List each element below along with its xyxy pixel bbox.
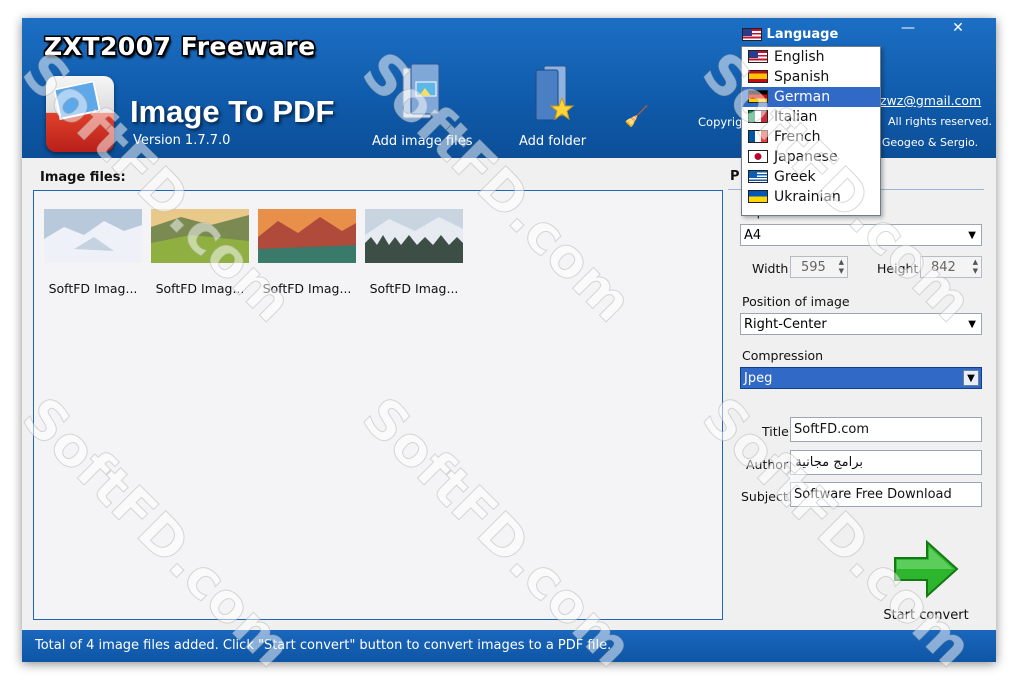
version-label: Version 1.7.7.0 <box>133 133 231 148</box>
language-item-ukrainian[interactable]: Ukrainian <box>742 187 880 207</box>
width-label: Width <box>752 261 789 276</box>
language-item-italian[interactable]: Italian <box>742 107 880 127</box>
greece-flag-icon <box>748 169 768 183</box>
minimize-button[interactable]: — <box>888 18 928 40</box>
image-caption: SoftFD Imag... <box>262 281 352 296</box>
image-item[interactable]: SoftFD Imag... <box>255 209 359 296</box>
chevron-down-icon: ▼ <box>968 230 976 241</box>
image-caption: SoftFD Imag... <box>155 281 245 296</box>
language-label: Greek <box>774 169 816 185</box>
image-files-label: Image files: <box>40 170 126 185</box>
image-list-panel[interactable]: SoftFD Imag... SoftFD Imag... SoftFD Ima… <box>33 190 723 620</box>
language-label: Italian <box>774 109 818 125</box>
subject-label: Subject <box>741 489 788 504</box>
close-button[interactable]: ✕ <box>932 18 984 40</box>
image-item[interactable]: SoftFD Imag... <box>41 209 145 296</box>
chevron-down-icon: ▼ <box>968 319 976 330</box>
language-label: English <box>774 49 825 65</box>
france-flag-icon <box>748 129 768 143</box>
title-label: Title <box>762 424 789 439</box>
height-value: 842 <box>931 260 956 275</box>
brand-label: ZXT2007 Freeware <box>44 32 316 61</box>
author-field[interactable]: برامج مجانية <box>790 450 982 475</box>
position-label: Position of image <box>742 294 850 309</box>
language-label: Spanish <box>774 69 830 85</box>
italy-flag-icon <box>748 109 768 123</box>
language-item-english[interactable]: English <box>742 47 880 67</box>
author-label: Author <box>746 457 789 472</box>
paper-size-value: A4 <box>744 228 762 243</box>
height-label: Height <box>877 261 919 276</box>
thanks-label: k Geogeo & Sergio. <box>872 136 979 149</box>
germany-flag-icon <box>748 89 768 103</box>
add-image-files-icon <box>402 63 440 119</box>
image-item[interactable]: SoftFD Imag... <box>362 209 466 296</box>
language-item-spanish[interactable]: Spanish <box>742 67 880 87</box>
email-link[interactable]: zwz@gmail.com <box>880 93 981 108</box>
language-label: German <box>774 89 831 105</box>
add-folder-icon <box>535 65 574 121</box>
green-arrow-icon <box>894 539 959 599</box>
language-item-german[interactable]: German <box>742 87 880 107</box>
pdf-settings-panel: P Paper size A4 ▼ Width 595 ▲▼ Height 84… <box>728 158 996 628</box>
position-select[interactable]: Right-Center ▼ <box>740 313 982 335</box>
height-stepper[interactable]: 842 ▲ ▼ <box>920 256 982 278</box>
language-item-french[interactable]: French <box>742 127 880 147</box>
width-value: 595 <box>801 260 826 275</box>
clear-brush-icon[interactable]: 🧹 <box>624 104 649 128</box>
compression-value: Jpeg <box>744 371 773 386</box>
language-item-japanese[interactable]: Japanese <box>742 147 880 167</box>
spain-flag-icon <box>748 69 768 83</box>
chevron-down-icon: ▼ <box>963 370 979 386</box>
language-button[interactable]: Language <box>742 27 838 42</box>
width-stepper[interactable]: 595 ▲ ▼ <box>790 256 848 278</box>
add-folder-button[interactable]: Add folder <box>519 62 586 149</box>
start-convert-button[interactable]: Start convert <box>876 538 976 623</box>
add-folder-label: Add folder <box>519 134 587 149</box>
position-value: Right-Center <box>744 317 827 332</box>
status-bar: Total of 4 image files added. Click "Sta… <box>22 630 996 662</box>
compression-label: Compression <box>742 348 824 363</box>
add-image-files-button[interactable]: Add image files <box>372 62 473 149</box>
language-label: French <box>774 129 821 145</box>
photo-valley-icon <box>151 209 249 263</box>
app-title: Image To PDF <box>130 94 335 129</box>
photo-forest-icon <box>365 209 463 263</box>
rights-label: All rights reserved. <box>888 115 993 128</box>
us-flag-icon <box>748 49 768 63</box>
ukraine-flag-icon <box>748 189 768 203</box>
language-label: Ukrainian <box>774 189 841 205</box>
photo-mountain-icon <box>258 209 356 263</box>
compression-select[interactable]: Jpeg ▼ <box>740 367 982 389</box>
japan-flag-icon <box>748 149 768 163</box>
subject-field[interactable]: Software Free Download <box>790 482 982 507</box>
start-convert-label: Start convert <box>883 608 969 623</box>
paper-size-select[interactable]: A4 ▼ <box>740 224 982 246</box>
language-menu: English Spanish German Italian French Ja… <box>741 46 881 216</box>
add-image-files-label: Add image files <box>372 134 473 149</box>
photo-snow-icon <box>44 209 142 263</box>
image-caption: SoftFD Imag... <box>48 281 138 296</box>
title-field[interactable]: SoftFD.com <box>790 417 982 442</box>
language-button-label: Language <box>766 27 839 42</box>
image-item[interactable]: SoftFD Imag... <box>148 209 252 296</box>
language-label: Japanese <box>774 149 838 165</box>
image-caption: SoftFD Imag... <box>369 281 459 296</box>
pdf-settings-title: P <box>730 169 740 184</box>
stepper-arrows-icon[interactable]: ▲ ▼ <box>973 258 978 276</box>
us-flag-icon <box>742 28 762 41</box>
language-item-greek[interactable]: Greek <box>742 167 880 187</box>
stepper-arrows-icon[interactable]: ▲ ▼ <box>839 258 844 276</box>
app-logo-icon <box>46 76 114 152</box>
